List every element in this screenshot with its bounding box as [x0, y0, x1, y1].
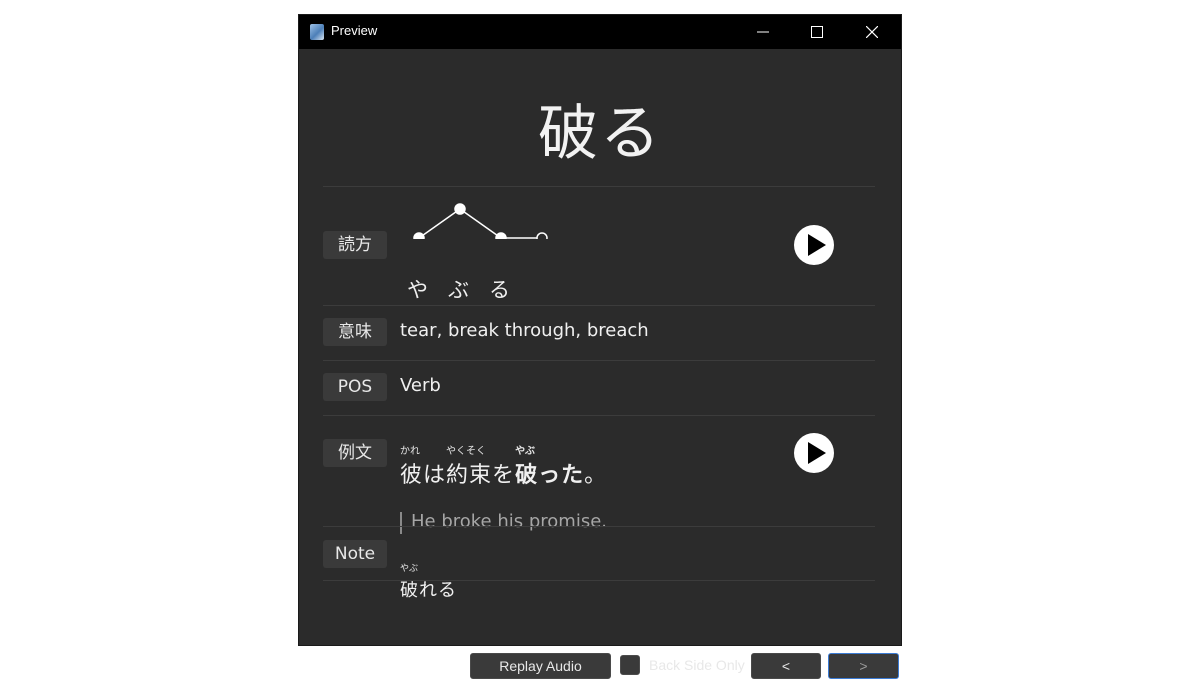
ruby-base: 約束	[446, 463, 493, 488]
pos-value: Verb	[400, 375, 441, 396]
ruby-base: 彼	[400, 463, 424, 488]
pitch-particle-dot	[536, 232, 548, 239]
close-button[interactable]	[845, 15, 899, 49]
ruby-base: 破	[400, 580, 419, 601]
furigana: かれ	[400, 446, 420, 457]
ruby-segment: 彼かれ	[400, 446, 424, 489]
reading-kana-1: や	[407, 278, 428, 302]
pitch-accent-graph	[413, 203, 548, 239]
pitch-mora-dot	[495, 232, 507, 239]
ruby-base: を	[492, 463, 516, 488]
divider	[323, 580, 875, 581]
card-content: 破る 読方 や ぶ る 意味 tear, break through, brea…	[299, 49, 901, 679]
pitch-line	[418, 208, 461, 239]
translation-bar	[400, 512, 402, 534]
reading-kana-2: ぶ	[448, 278, 469, 302]
ruby-segment: は	[423, 457, 446, 489]
ruby-base: は	[423, 463, 447, 488]
example-sentence: 彼 かれ は約束 やくそく を破 やぶ った。	[400, 446, 607, 489]
reading-kana-3: る	[489, 278, 510, 302]
ruby-base: 。	[584, 463, 608, 488]
ruby-base: 破	[515, 463, 539, 488]
back-side-only-checkbox[interactable]	[620, 655, 640, 675]
ruby-segment: 破やぶ	[515, 446, 539, 489]
title-bar[interactable]: Preview	[299, 15, 901, 49]
pos-label: POS	[323, 373, 387, 401]
note-label: Note	[323, 540, 387, 568]
ruby-segment: 約束 やくそく	[446, 446, 493, 489]
play-reading-button[interactable]	[793, 224, 835, 266]
ruby-segment: った	[538, 457, 584, 489]
divider	[323, 360, 875, 361]
window-title: Preview	[331, 23, 378, 38]
preview-window: Preview 破る 読方 や ぶ る 意味 tear, break throu…	[299, 15, 901, 679]
divider	[323, 305, 875, 306]
divider	[323, 526, 875, 527]
headword: 破る	[538, 99, 662, 169]
maximize-button[interactable]	[790, 15, 844, 49]
next-button[interactable]: >	[828, 653, 899, 679]
ruby-segment: 。	[584, 457, 607, 489]
ruby-segment: を	[492, 457, 515, 489]
furigana: やぶ	[400, 564, 419, 574]
reading-label: 読方	[323, 231, 387, 259]
minimize-icon	[757, 31, 769, 33]
app-icon	[310, 24, 324, 40]
divider	[323, 415, 875, 416]
meaning-label: 意味	[323, 318, 387, 346]
pitch-line	[459, 208, 502, 239]
ruby-base: った	[538, 463, 585, 488]
pitch-mora-dot	[413, 232, 425, 239]
ruby-base: れる	[419, 580, 457, 601]
example-translation: He broke his promise.	[411, 511, 608, 532]
replay-audio-button[interactable]: Replay Audio	[470, 653, 611, 679]
meaning-value: tear, break through, breach	[400, 320, 649, 341]
play-sentence-button[interactable]	[793, 432, 835, 474]
prev-button[interactable]: <	[751, 653, 821, 679]
furigana: やくそく	[446, 446, 487, 457]
maximize-icon	[811, 26, 823, 38]
pitch-mora-dot	[454, 203, 466, 215]
close-icon	[866, 26, 878, 38]
furigana: やぶ	[515, 446, 536, 457]
back-side-only-label[interactable]: Back Side Only	[649, 657, 745, 673]
minimize-button[interactable]	[736, 15, 790, 49]
example-label: 例文	[323, 439, 387, 467]
